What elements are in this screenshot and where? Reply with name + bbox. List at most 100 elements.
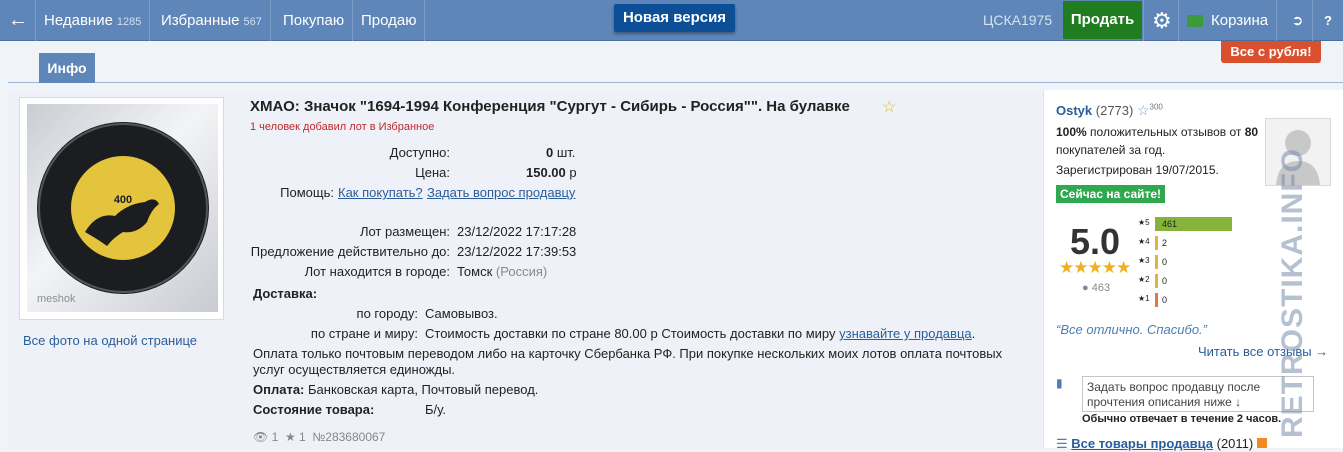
available-label: Доступно: (389, 145, 450, 160)
valid-until-value: 23/12/2022 17:39:53 (457, 244, 577, 259)
distribution-star-label: ★5 (1138, 218, 1150, 227)
city-label: Лот находится в городе: (304, 264, 450, 279)
online-badge: Сейчас на сайте! (1056, 185, 1166, 203)
available-unit: шт. (556, 145, 576, 160)
buying-link[interactable]: Покупаю (275, 0, 354, 41)
favorites-link[interactable]: Избранные 567 (153, 0, 271, 41)
rating-score: 5.0 (1070, 221, 1121, 262)
delivery-label: Доставка: (253, 286, 318, 301)
person-icon: ● (1082, 282, 1089, 294)
how-to-buy-link[interactable]: Как покупать? (338, 185, 423, 200)
cart-link[interactable]: Корзина (1179, 0, 1278, 41)
distribution-count: 2 (1162, 238, 1168, 248)
delivery-world-link[interactable]: узнавайте у продавца (839, 326, 972, 341)
price-label: Цена: (415, 165, 450, 180)
recent-link[interactable]: Недавние 1285 (36, 0, 151, 41)
seller-rating: (2773) (1095, 103, 1134, 118)
tab-divider (8, 82, 1343, 83)
favorites-note: 1 человек добавил лот в Избранное (250, 121, 435, 133)
chat-icon: ▮ (1056, 376, 1063, 390)
badge-image: 400 meshok (37, 122, 209, 305)
cart-icon (1187, 15, 1203, 28)
placed-label: Лот размещен: (359, 224, 450, 239)
watermark-icon: RETROSTIKA.INFO (1276, 148, 1309, 438)
recent-count: 1285 (116, 16, 142, 28)
ask-seller-link[interactable]: Задать вопрос продавцу (427, 185, 575, 200)
condition-value: Б/у. (425, 402, 446, 417)
response-time: Обычно отвечает в течение 2 часов. (1082, 413, 1282, 425)
favorites-count: 567 (243, 16, 262, 28)
distribution-star-label: ★4 (1138, 237, 1150, 246)
distribution-count: 0 (1162, 276, 1168, 286)
lot-title: ХМАО: Значок "1694-1994 Конференция "Сур… (250, 98, 850, 115)
lot-number: №283680067 (312, 430, 386, 444)
rating-stars-icon: ★★★★★ (1059, 258, 1131, 277)
distribution-count: 0 (1162, 257, 1168, 267)
lot-photo[interactable]: 400 meshok (27, 104, 218, 312)
new-version-button[interactable]: Новая версия (614, 4, 735, 32)
city-country: (Россия) (495, 264, 548, 279)
stars-count: 1 (299, 430, 306, 444)
positive-pct: 100% (1056, 125, 1087, 139)
all-from-ruble-button[interactable]: Все с рубля! (1221, 41, 1321, 63)
distribution-count: 0 (1162, 295, 1168, 305)
buyers-text: покупателей за год. (1056, 143, 1166, 157)
list-icon: ☰ (1056, 436, 1068, 451)
payment-note: Оплата только почтовым переводом либо на… (253, 346, 1003, 377)
payment-label: Оплата: (253, 382, 305, 397)
distribution-star-label: ★3 (1138, 256, 1150, 265)
eye-icon: 👁 (253, 430, 269, 444)
seller-star-count: 300 (1149, 102, 1163, 112)
favorites-label: Избранные (161, 12, 240, 29)
views-count: 1 (271, 430, 279, 444)
seller-feedback-summary: 100% положительных отзывов от 80 покупат… (1056, 123, 1261, 159)
star-icon: ★ (284, 430, 296, 444)
seller-name-link[interactable]: Ostyk (1056, 103, 1092, 118)
all-goods-link[interactable]: Все товары продавца (1071, 436, 1213, 451)
buyers-count: 80 (1244, 125, 1259, 139)
distribution-bar (1155, 236, 1158, 250)
price-value: 150.00 (526, 165, 566, 180)
favorite-star-icon[interactable]: ☆ (882, 97, 896, 117)
badge-number: 400 (114, 194, 132, 206)
positive-text: положительных отзывов от (1090, 125, 1242, 139)
city-value: Томск (457, 264, 493, 279)
valid-until-label: Предложение действительно до: (250, 244, 450, 259)
lot-stats: 👁 1 ★ 1 №283680067 (253, 430, 385, 444)
distribution-bar (1155, 255, 1158, 269)
tab-info[interactable]: Инфо (39, 53, 95, 83)
delivery-world-label: по стране и миру: (310, 326, 418, 341)
delivery-city-label: по городу: (356, 306, 418, 321)
available-value: 0 (546, 145, 554, 160)
condition-label: Состояние товара: (253, 402, 375, 417)
reviews-count: 463 (1091, 282, 1111, 294)
placed-value: 23/12/2022 17:17:28 (457, 224, 577, 239)
selling-link[interactable]: Продаю (353, 0, 426, 41)
distribution-count: 461 (1162, 219, 1178, 229)
lot-photo-frame[interactable]: 400 meshok (19, 97, 224, 320)
price-unit: р (569, 165, 577, 180)
registered-date: Зарегистрирован 19/07/2015. (1056, 163, 1219, 177)
review-quote: “Все отлично. Спасибо.” (1056, 322, 1207, 337)
cart-label: Корзина (1211, 12, 1269, 29)
sell-button[interactable]: Продать (1063, 1, 1142, 39)
help-label: Помощь: (280, 185, 334, 200)
username-link[interactable]: ЦСКА1975 (975, 0, 1060, 41)
distribution-bar (1155, 293, 1158, 307)
back-arrow-icon[interactable]: ← (0, 0, 36, 41)
distribution-star-label: ★2 (1138, 275, 1150, 284)
distribution-star-label: ★1 (1138, 294, 1150, 303)
delivery-city-value: Самовывоз. (425, 306, 498, 321)
distribution-bar (1155, 274, 1158, 288)
watermark-text: meshok (37, 293, 76, 305)
gear-icon[interactable]: ⚙ (1143, 0, 1179, 41)
payment-value: Банковская карта, Почтовый перевод. (308, 382, 539, 397)
recent-label: Недавние (44, 12, 113, 29)
all-goods-count: (2011) (1216, 436, 1254, 451)
seller-star-icon: ☆ (1136, 102, 1150, 118)
help-icon[interactable]: ? (1313, 0, 1343, 41)
rss-icon[interactable] (1256, 438, 1267, 448)
all-photos-link[interactable]: Все фото на одной странице (23, 333, 197, 348)
delivery-world-value: Стоимость доставки по стране 80.00 р Сто… (425, 326, 836, 341)
logout-icon[interactable]: ➲ (1283, 0, 1313, 41)
